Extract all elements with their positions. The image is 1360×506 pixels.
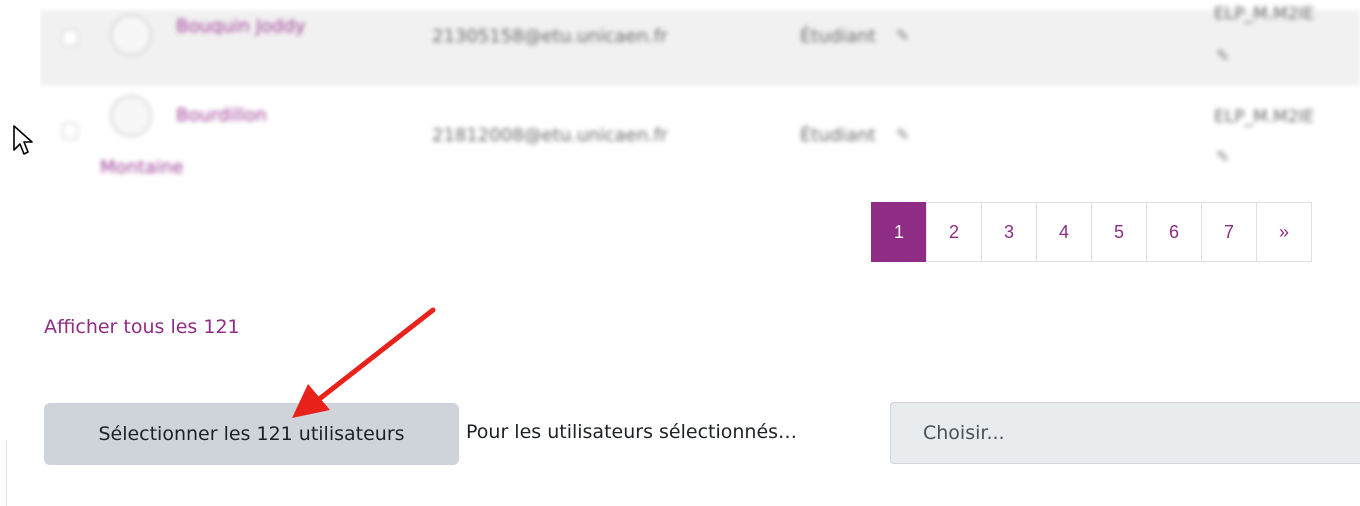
user-role: Étudiant: [800, 26, 876, 47]
user-name-link-line2[interactable]: Montaine: [100, 157, 184, 178]
pencil-icon[interactable]: ✎: [1216, 46, 1229, 65]
page-3-button[interactable]: 3: [981, 202, 1037, 262]
for-selected-users-label: Pour les utilisateurs sélectionnés…: [466, 421, 798, 443]
page-1-button[interactable]: 1: [871, 202, 927, 262]
bulk-action-select[interactable]: Choisir...: [890, 402, 1360, 464]
user-role: Étudiant: [800, 125, 876, 146]
pagination: 1 2 3 4 5 6 7 »: [871, 202, 1312, 262]
user-email: 21305158@etu.unicaen.fr: [432, 26, 668, 47]
page-4-button[interactable]: 4: [1036, 202, 1092, 262]
user-name-link[interactable]: Bouquin Joddy: [176, 16, 306, 37]
table-row: Bourdillon Montaine 21812008@etu.unicaen…: [40, 84, 1360, 186]
page-7-button[interactable]: 7: [1201, 202, 1257, 262]
page-6-button[interactable]: 6: [1146, 202, 1202, 262]
bulk-action-select-value: Choisir...: [923, 422, 1005, 444]
mouse-cursor-icon: [13, 125, 33, 155]
participants-table: Bouquin Joddy 21305158@etu.unicaen.fr Ét…: [40, 0, 1360, 186]
user-group: ELP_M.M2IE: [1214, 107, 1315, 127]
avatar: [110, 95, 152, 137]
avatar: [110, 14, 152, 56]
table-row: Bouquin Joddy 21305158@etu.unicaen.fr Ét…: [40, 4, 1360, 84]
next-page-button[interactable]: »: [1256, 202, 1312, 262]
pencil-icon[interactable]: ✎: [896, 125, 909, 144]
user-email: 21812008@etu.unicaen.fr: [432, 125, 668, 146]
page-left-border: [6, 440, 7, 506]
pencil-icon[interactable]: ✎: [1216, 147, 1229, 166]
user-group: ELP_M.M2IE: [1214, 4, 1315, 24]
user-name-link[interactable]: Bourdillon: [176, 105, 267, 126]
pencil-icon[interactable]: ✎: [896, 26, 909, 45]
show-all-link[interactable]: Afficher tous les 121: [44, 316, 240, 338]
page-2-button[interactable]: 2: [926, 202, 982, 262]
select-all-users-button[interactable]: Sélectionner les 121 utilisateurs: [44, 403, 459, 465]
row-checkbox[interactable]: [62, 123, 78, 139]
page-5-button[interactable]: 5: [1091, 202, 1147, 262]
row-checkbox[interactable]: [62, 30, 78, 46]
